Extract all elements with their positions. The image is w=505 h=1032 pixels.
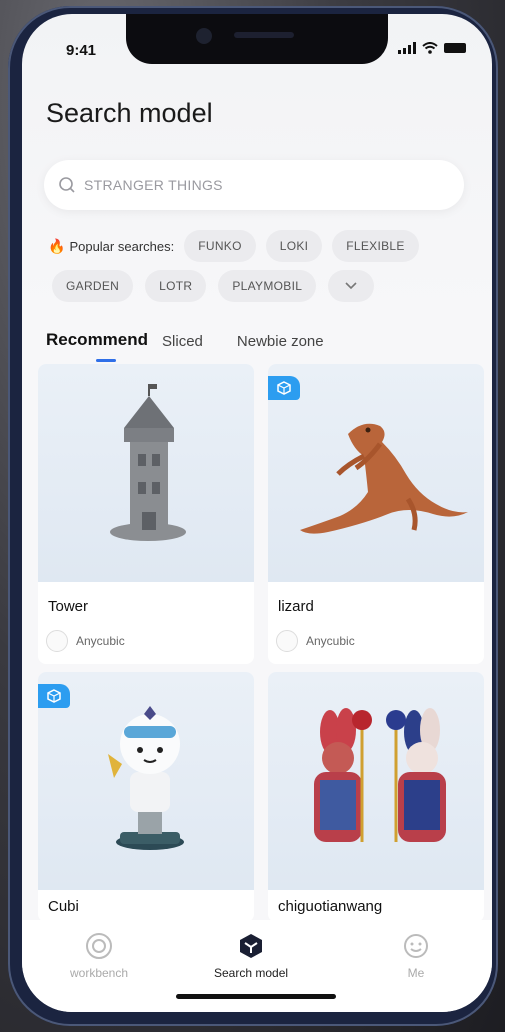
tab-recommend[interactable]: Recommend — [46, 330, 148, 362]
model-title: Tower — [48, 598, 89, 615]
model-title: Cubi — [48, 898, 79, 915]
tab-sliced[interactable]: Sliced — [162, 333, 203, 350]
cubi-model-image — [108, 706, 184, 850]
cubi-thumbnail — [38, 672, 254, 890]
avatar — [46, 630, 68, 652]
search-icon — [59, 177, 75, 193]
popular-searches-row-1: 🔥 Popular searches: FUNKO LOKI FLEXIBLE — [48, 230, 419, 262]
cube-icon — [47, 689, 61, 703]
model-title: lizard — [278, 598, 314, 615]
chip-funko[interactable]: FUNKO — [184, 230, 256, 262]
battery-icon — [444, 43, 466, 53]
model-card-lizard[interactable]: lizard Anycubic — [268, 364, 484, 664]
model-card-tower[interactable]: Tower Anycubic — [38, 364, 254, 664]
status-time: 9:41 — [66, 42, 97, 59]
chip-lotr[interactable]: LOTR — [145, 270, 207, 302]
page-title: Search model — [46, 98, 213, 128]
app-screen: 9:41 Search model STRANGER THINGS 🔥 Popu… — [22, 14, 492, 1012]
me-icon — [404, 934, 428, 958]
nav-workbench[interactable]: workbench — [70, 932, 128, 980]
popular-searches-row-2: GARDEN LOTR PLAYMOBIL — [52, 270, 375, 302]
signal-icon — [398, 42, 416, 54]
status-icons — [398, 42, 466, 54]
search-placeholder: STRANGER THINGS — [84, 177, 223, 193]
cube-icon — [277, 381, 291, 395]
avatar — [276, 630, 298, 652]
lizard-thumbnail — [268, 364, 484, 582]
chiguotianwang-model-image — [314, 708, 446, 842]
model-author: Anycubic — [46, 630, 125, 652]
wifi-icon — [422, 42, 438, 54]
tab-newbie-zone[interactable]: Newbie zone — [237, 333, 324, 350]
sliced-badge — [268, 376, 300, 400]
more-chips-button[interactable] — [328, 270, 375, 302]
chiguotianwang-thumbnail — [268, 672, 484, 890]
chip-garden[interactable]: GARDEN — [52, 270, 134, 302]
chevron-down-icon — [345, 282, 357, 290]
chip-playmobil[interactable]: PLAYMOBIL — [218, 270, 317, 302]
chip-loki[interactable]: LOKI — [265, 230, 323, 262]
search-model-icon — [240, 934, 263, 958]
home-indicator — [176, 994, 336, 999]
lizard-model-image — [300, 423, 468, 534]
nav-me[interactable]: Me — [402, 932, 430, 980]
popular-searches-label: 🔥 Popular searches: — [48, 237, 175, 254]
category-tabs: Recommend Sliced Newbie zone — [46, 330, 324, 362]
sliced-badge — [38, 684, 70, 708]
notch — [126, 14, 388, 64]
model-author: Anycubic — [276, 630, 355, 652]
workbench-icon — [86, 933, 113, 959]
camera — [196, 28, 212, 44]
nav-search-model[interactable]: Search model — [214, 932, 288, 980]
search-input[interactable]: STRANGER THINGS — [44, 160, 464, 210]
model-card-chiguotianwang[interactable]: chiguotianwang — [268, 672, 484, 922]
tower-thumbnail — [38, 364, 254, 582]
fire-icon: 🔥 — [48, 237, 66, 254]
model-title: chiguotianwang — [278, 898, 383, 915]
tower-model-image — [110, 384, 186, 541]
speaker — [234, 32, 294, 38]
chip-flexible[interactable]: FLEXIBLE — [332, 230, 419, 262]
model-card-cubi[interactable]: Cubi — [38, 672, 254, 922]
